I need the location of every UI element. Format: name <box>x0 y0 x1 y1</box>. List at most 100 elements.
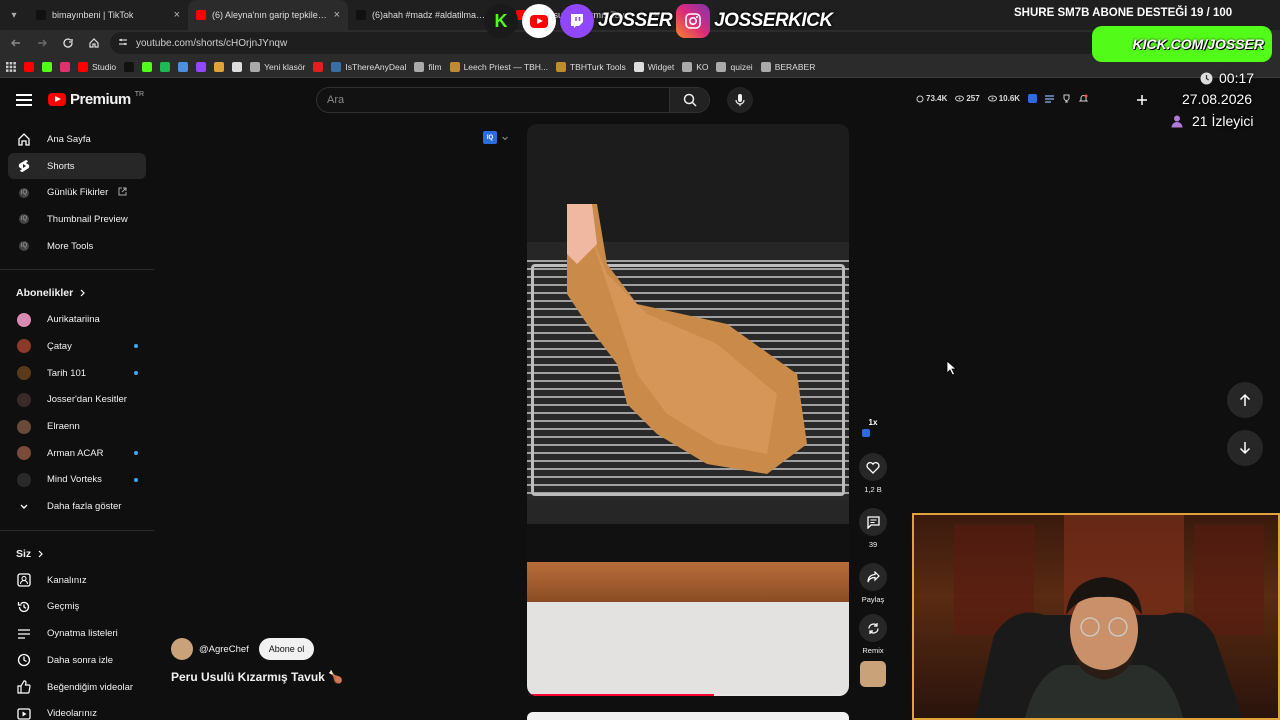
bookmark-item[interactable]: film <box>414 61 442 72</box>
forward-button[interactable] <box>32 33 52 53</box>
share-button[interactable] <box>859 563 887 591</box>
bookmark-item[interactable]: Widget <box>633 61 674 72</box>
bookmark-item[interactable] <box>60 61 70 72</box>
browser-tab[interactable]: (6) Aleyna'nın garip tepkileri | K × <box>188 0 348 30</box>
bookmark-item[interactable] <box>178 61 189 72</box>
notification-icon[interactable] <box>1079 94 1089 103</box>
bookmark-icon <box>331 61 342 72</box>
bookmark-icon <box>196 61 207 72</box>
bookmark-item[interactable] <box>160 61 171 72</box>
sound-thumbnail[interactable] <box>860 661 886 687</box>
bookmark-item[interactable]: Studio <box>78 61 116 72</box>
comments-button[interactable] <box>859 508 887 536</box>
home-button[interactable] <box>84 33 104 53</box>
tab-close-icon[interactable]: × <box>334 9 340 21</box>
sidebar-item-history[interactable]: Geçmiş <box>0 594 146 621</box>
sidebar-item-channel[interactable]: Kanalınız <box>0 567 146 594</box>
stat-b: 257 <box>955 94 980 103</box>
short-title[interactable]: Peru Usulü Kızarmış Tavuk 🍗 <box>171 670 343 684</box>
chevron-down-icon <box>502 136 508 140</box>
sidebar-item-like[interactable]: Beğendiğim videolar <box>0 674 146 701</box>
share-label: Paylaş <box>861 595 885 604</box>
video-progress-bar[interactable] <box>527 694 849 696</box>
instagram-logo-icon <box>676 4 711 38</box>
subscription-item[interactable]: Josser'dan Kesitler <box>0 387 146 414</box>
site-info-icon[interactable] <box>118 37 128 50</box>
guide-menu-icon[interactable] <box>16 94 32 106</box>
bookmark-item[interactable] <box>313 61 324 72</box>
search-input[interactable] <box>317 94 669 106</box>
subscription-item[interactable]: Aurikatariina <box>0 306 146 333</box>
bookmark-item[interactable]: KO <box>682 61 708 72</box>
sidebar-item-video[interactable]: Videolarınız <box>0 700 146 720</box>
shorts-icon <box>17 159 31 173</box>
overlay-viewers: 21 İzleyici <box>1170 113 1253 129</box>
sidebar-item-playlist[interactable]: Oynatma listeleri <box>0 620 146 647</box>
back-button[interactable] <box>6 33 26 53</box>
voice-search-button[interactable] <box>727 87 753 113</box>
search-box <box>316 87 710 113</box>
sidebar-item-g-nl-k-fikirler[interactable]: IQ Günlük Fikirler <box>0 179 146 206</box>
history-icon <box>17 600 31 614</box>
bookmark-item[interactable] <box>124 61 135 72</box>
subscription-item[interactable]: Elraenn <box>0 413 146 440</box>
bookmark-item[interactable]: IsThereAnyDeal <box>331 61 407 72</box>
bookmark-item[interactable]: BERABER <box>760 61 815 72</box>
search-button[interactable] <box>669 88 709 112</box>
apps-icon[interactable] <box>6 61 16 72</box>
sidebar-item-label: More Tools <box>47 240 94 252</box>
channel-avatar <box>17 392 31 407</box>
tab-close-icon[interactable]: × <box>174 9 180 21</box>
sidebar-item-thumbnail-preview[interactable]: IQ Thumbnail Preview <box>0 206 146 233</box>
playback-speed[interactable]: 1x <box>869 418 878 427</box>
bookmark-icon <box>313 61 324 72</box>
sidebar-item-shorts[interactable]: Shorts <box>8 152 146 180</box>
eye-icon <box>955 95 965 102</box>
like-button[interactable] <box>859 453 887 481</box>
create-button[interactable] <box>1136 94 1148 106</box>
iq-extension-icon[interactable] <box>1028 94 1038 103</box>
channel-avatar[interactable] <box>171 638 193 660</box>
clock-icon <box>1200 72 1213 84</box>
next-short-button[interactable] <box>1227 430 1263 466</box>
short-video-player[interactable] <box>527 124 849 696</box>
show-more-button[interactable]: Daha fazla göster <box>0 493 146 520</box>
bookmark-item[interactable] <box>142 61 153 72</box>
bookmark-label: IsThereAnyDeal <box>345 61 407 72</box>
bookmark-item[interactable] <box>214 61 225 72</box>
chevron-down-icon <box>17 500 31 514</box>
subscription-item[interactable]: Mind Vorteks <box>0 467 146 494</box>
bookmark-item[interactable]: Leech Priest — TBH... <box>449 61 548 72</box>
bookmark-item[interactable]: TBHTurk Tools <box>555 61 626 72</box>
next-short-preview[interactable] <box>527 712 849 720</box>
bookmark-item[interactable]: quizei <box>716 61 753 72</box>
bookmark-label: TBHTurk Tools <box>569 61 626 72</box>
subscribe-button[interactable]: Abone ol <box>258 638 315 660</box>
bookmark-item[interactable] <box>196 61 207 72</box>
bookmark-item[interactable] <box>24 61 34 72</box>
overlay-donation-banner: SHURE SM7B ABONE DESTEĞİ 19 / 100 <box>1014 7 1233 19</box>
sidebar-item-more-tools[interactable]: IQ More Tools <box>0 233 146 260</box>
bookmark-item[interactable] <box>232 61 243 72</box>
sidebar-item-ana-sayfa[interactable]: Ana Sayfa <box>0 126 146 153</box>
playlist-icon <box>17 627 31 641</box>
subscription-item[interactable]: Arman ACAR <box>0 440 146 467</box>
list-icon[interactable] <box>1045 94 1055 103</box>
subscriptions-header[interactable]: Abonelikler <box>0 280 154 306</box>
channel-handle[interactable]: @AgreChef <box>199 644 249 655</box>
subscription-item[interactable]: Tarih 101 <box>0 360 146 387</box>
sidebar-item-clock[interactable]: Daha sonra izle <box>0 647 146 674</box>
subscription-item[interactable]: Çatay <box>0 333 146 360</box>
remix-button[interactable] <box>859 614 887 642</box>
you-section-header[interactable]: Siz <box>0 541 154 567</box>
iq-extension-badge[interactable]: IQ <box>483 131 509 144</box>
bookmark-item[interactable]: Yeni klasör <box>250 61 305 72</box>
bookmark-item[interactable] <box>42 61 52 72</box>
reload-button[interactable] <box>58 33 78 53</box>
browser-tab[interactable]: bimayınbeni | TikTok × <box>28 0 188 30</box>
youtube-premium-logo[interactable]: Premium TR <box>48 91 144 108</box>
trophy-icon[interactable] <box>1062 94 1071 103</box>
previous-short-button[interactable] <box>1227 382 1263 418</box>
video-chicken-image <box>567 204 807 474</box>
tab-search-icon[interactable]: ▾ <box>0 0 28 30</box>
